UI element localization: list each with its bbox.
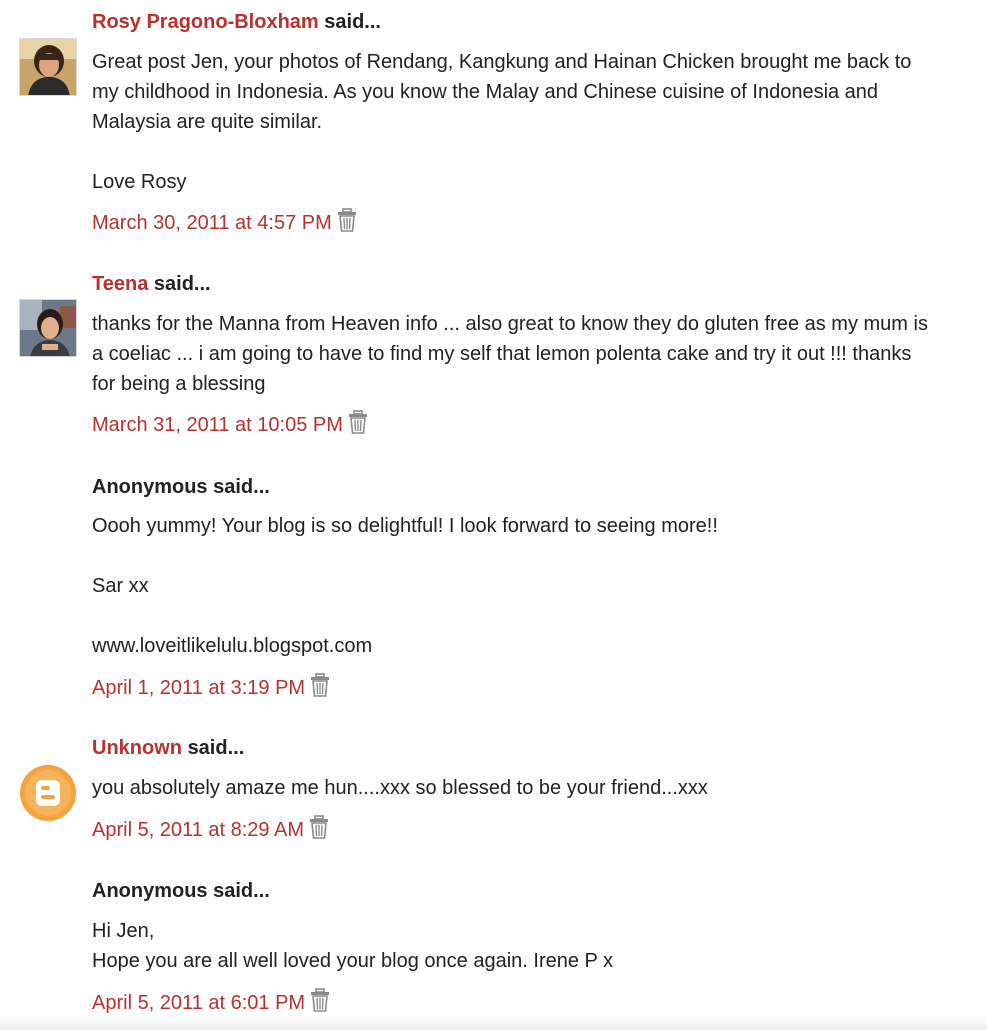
comment-body: Hi Jen, Hope you are all well loved your… bbox=[92, 916, 932, 976]
comment-author-link[interactable]: Unknown bbox=[92, 737, 182, 759]
comment-footer: April 5, 2011 at 6:01 PM bbox=[92, 988, 331, 1015]
trash-icon[interactable] bbox=[309, 673, 331, 697]
comment-author-link[interactable]: Rosy Pragono-Bloxham bbox=[92, 11, 319, 33]
comment-paragraph: www.loveitlikelulu.blogspot.com bbox=[92, 635, 373, 657]
comment-paragraph: Love Rosy bbox=[92, 171, 187, 193]
comment-paragraph: Hi Jen, bbox=[92, 920, 155, 942]
said-label: said... bbox=[153, 273, 211, 295]
trash-icon[interactable] bbox=[309, 988, 331, 1012]
comment-body: Great post Jen, your photos of Rendang, … bbox=[92, 47, 932, 197]
trash-icon[interactable] bbox=[336, 208, 358, 232]
avatar[interactable] bbox=[19, 38, 77, 96]
comment-footer: March 31, 2011 at 10:05 PM bbox=[92, 410, 369, 437]
blogger-icon bbox=[20, 765, 76, 821]
comment-author-line: Anonymous said... bbox=[92, 879, 270, 903]
said-label: said... bbox=[187, 737, 245, 759]
comment-footer: April 1, 2011 at 3:19 PM bbox=[92, 673, 331, 700]
said-label: said... bbox=[324, 11, 381, 33]
comment-paragraph: Hope you are all well loved your blog on… bbox=[92, 950, 614, 972]
comment-timestamp[interactable]: April 5, 2011 at 8:29 AM bbox=[92, 819, 304, 841]
comment-paragraph: Great post Jen, your photos of Rendang, … bbox=[92, 51, 912, 133]
avatar[interactable] bbox=[19, 299, 77, 357]
comment-author-name: Anonymous bbox=[92, 476, 208, 498]
comment-footer: March 30, 2011 at 4:57 PM bbox=[92, 208, 358, 235]
said-label: said... bbox=[213, 476, 270, 498]
comment-body: Oooh yummy! Your blog is so delightful! … bbox=[92, 511, 932, 661]
comment-timestamp[interactable]: April 1, 2011 at 3:19 PM bbox=[92, 677, 305, 699]
comment-paragraph: you absolutely amaze me hun....xxx so bl… bbox=[92, 777, 708, 799]
comment-paragraph: Sar xx bbox=[92, 575, 149, 597]
comment-author-name: Anonymous bbox=[92, 880, 208, 902]
comment-author-line: Rosy Pragono-Bloxham said... bbox=[92, 10, 381, 34]
comment-paragraph: thanks for the Manna from Heaven info ..… bbox=[92, 313, 928, 395]
avatar-photo-icon bbox=[20, 300, 76, 356]
trash-icon[interactable] bbox=[347, 410, 369, 434]
comment-timestamp[interactable]: April 5, 2011 at 6:01 PM bbox=[92, 992, 305, 1014]
said-label: said... bbox=[213, 880, 270, 902]
comment-author-link[interactable]: Teena bbox=[92, 273, 148, 295]
page-bottom-edge bbox=[0, 1016, 987, 1030]
comment-footer: April 5, 2011 at 8:29 AM bbox=[92, 815, 330, 842]
comment-author-line: Teena said... bbox=[92, 272, 211, 296]
avatar-photo-icon bbox=[20, 39, 76, 95]
comment-paragraph: Oooh yummy! Your blog is so delightful! … bbox=[92, 515, 718, 537]
trash-icon[interactable] bbox=[308, 815, 330, 839]
comment-timestamp[interactable]: March 30, 2011 at 4:57 PM bbox=[92, 212, 332, 234]
avatar[interactable] bbox=[19, 764, 77, 822]
comment-timestamp[interactable]: March 31, 2011 at 10:05 PM bbox=[92, 414, 343, 436]
comment-author-line: Unknown said... bbox=[92, 736, 244, 760]
comment-author-line: Anonymous said... bbox=[92, 475, 270, 499]
comment-body: thanks for the Manna from Heaven info ..… bbox=[92, 309, 932, 399]
comment-body: you absolutely amaze me hun....xxx so bl… bbox=[92, 773, 932, 803]
